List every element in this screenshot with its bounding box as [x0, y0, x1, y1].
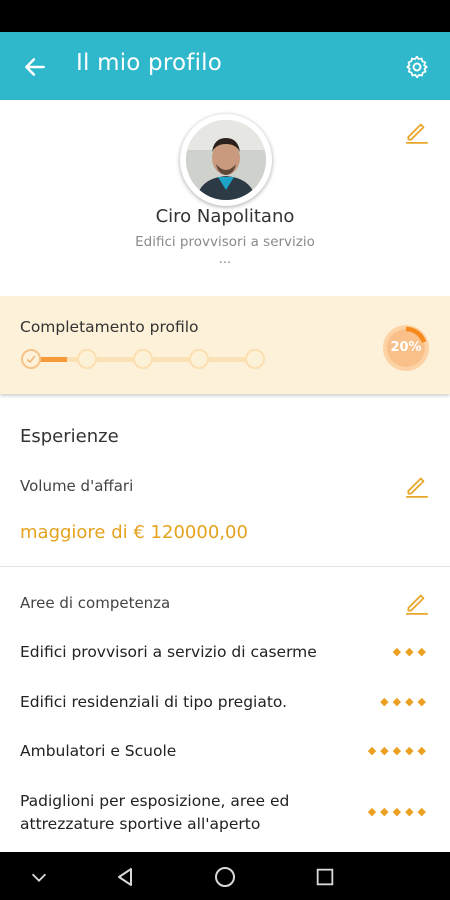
- progress-step: [77, 349, 97, 369]
- profile-subtitle: Edifici provvisori a servizio: [135, 234, 315, 250]
- profile-name: Ciro Napolitano: [155, 206, 295, 227]
- page-title: Il mio profilo: [76, 50, 223, 76]
- pencil-icon: [406, 123, 428, 144]
- progress-step: [245, 349, 265, 369]
- check-icon: [26, 355, 36, 364]
- chevron-down-icon: [31, 873, 47, 882]
- arrow-left-icon: [25, 58, 45, 76]
- back-button[interactable]: [16, 48, 54, 86]
- profile-header: Ciro Napolitano Edifici provvisori a ser…: [0, 100, 450, 292]
- progress-step: [189, 349, 209, 369]
- areas-label: Aree di competenza: [20, 594, 171, 612]
- completion-progress: [21, 349, 265, 369]
- avatar-frame: [180, 114, 272, 206]
- completion-percent: 20%: [390, 340, 422, 355]
- area-label: Ambulatori e Scuole: [20, 742, 177, 760]
- status-bar: [0, 0, 450, 32]
- back-triangle-icon: [118, 868, 132, 886]
- turnover-label: Volume d'affari: [20, 477, 134, 495]
- area-rating: ◆◆◆: [392, 645, 430, 658]
- nav-recents-button[interactable]: [310, 862, 340, 892]
- area-rating: ◆◆◆◆◆: [367, 744, 430, 757]
- pencil-icon: [406, 477, 428, 498]
- area-label: Padiglioni per esposizione, aree ed attr…: [20, 792, 290, 833]
- completion-badge: 20%: [380, 322, 432, 374]
- avatar[interactable]: [186, 120, 266, 200]
- nav-collapse-button[interactable]: [24, 862, 54, 892]
- area-rating: ◆◆◆◆◆: [367, 805, 430, 818]
- home-circle-icon: [215, 867, 235, 887]
- progress-step: [133, 349, 153, 369]
- completion-title: Completamento profilo: [20, 318, 199, 336]
- system-nav-bar: [0, 852, 450, 900]
- edit-areas-button[interactable]: [404, 589, 430, 615]
- profile-more-indicator[interactable]: ...: [0, 252, 450, 267]
- nav-home-button[interactable]: [210, 862, 240, 892]
- area-label: Edifici provvisori a servizio di caserme: [20, 643, 317, 661]
- progress-step: [21, 349, 41, 369]
- edit-profile-button[interactable]: [404, 118, 430, 144]
- pencil-icon: [406, 594, 428, 615]
- divider: [0, 566, 450, 567]
- gear-icon: [406, 55, 428, 79]
- settings-button[interactable]: [398, 48, 436, 86]
- profile-completion-card[interactable]: Completamento profilo 20%: [0, 296, 450, 394]
- nav-back-button[interactable]: [110, 862, 140, 892]
- app-bar: Il mio profilo: [0, 32, 450, 100]
- edit-turnover-button[interactable]: [404, 472, 430, 498]
- turnover-value: maggiore di € 120000,00: [20, 522, 248, 543]
- recents-square-icon: [316, 868, 334, 886]
- experience-section-title: Esperienze: [20, 426, 119, 447]
- area-rating: ◆◆◆◆: [380, 695, 430, 708]
- area-label: Edifici residenziali di tipo pregiato.: [20, 693, 288, 711]
- avatar-photo: [186, 120, 266, 200]
